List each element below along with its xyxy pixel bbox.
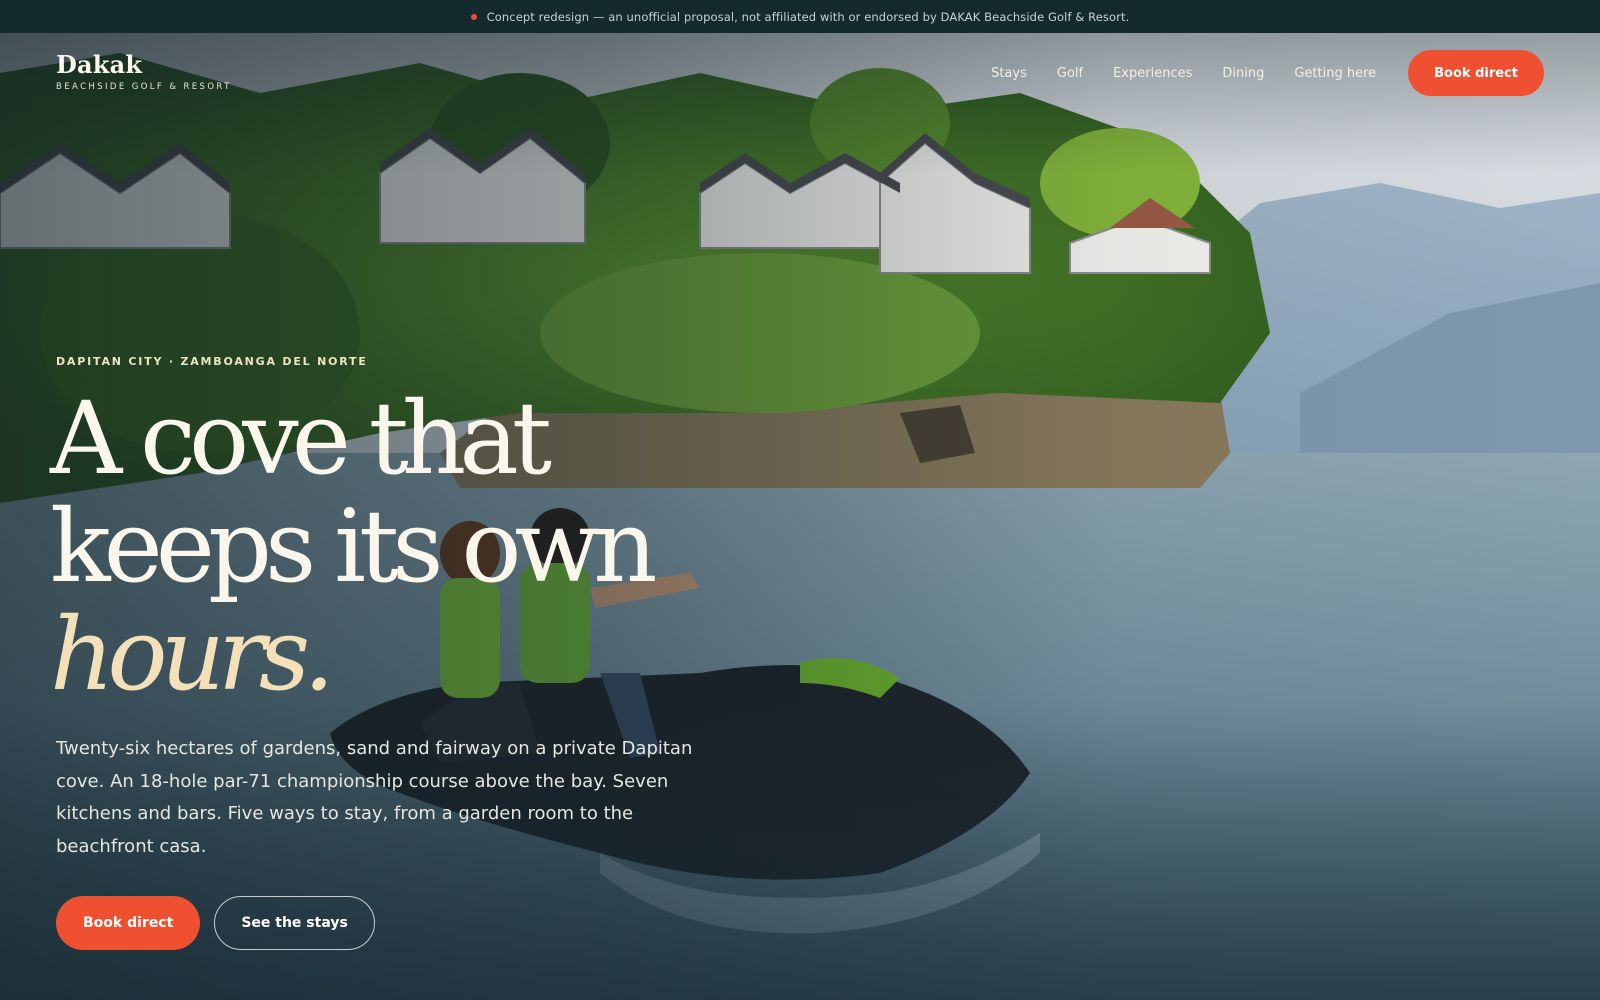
disclaimer-text: Concept redesign — an unofficial proposa… <box>486 9 1130 24</box>
status-dot-icon <box>470 13 477 20</box>
book-direct-button[interactable]: Book direct <box>56 896 201 950</box>
headline-line-3: hours. <box>50 596 335 713</box>
headline-line-2: keeps its own <box>50 488 658 605</box>
brand-name: Dakak <box>56 50 143 79</box>
nav-item-getting-here[interactable]: Getting here <box>1294 66 1376 81</box>
nav-item-stays[interactable]: Stays <box>991 66 1027 81</box>
brand-logo[interactable]: Dakak BEACHSIDE GOLF & RESORT <box>56 50 232 92</box>
headline-line-1: A cove that <box>50 380 552 497</box>
concept-disclaimer-banner: Concept redesign — an unofficial proposa… <box>0 0 1600 33</box>
nav-item-experiences[interactable]: Experiences <box>1113 66 1192 81</box>
hero-eyebrow: DAPITAN CITY · ZAMBOANGA DEL NORTE <box>56 355 368 368</box>
nav-item-dining[interactable]: Dining <box>1222 66 1264 81</box>
main-nav: Stays Golf Experiences Dining Getting he… <box>961 50 1544 96</box>
hero-headline: A cove that keeps its own hours. <box>50 380 658 713</box>
hero-description: Twenty-six hectares of gardens, sand and… <box>56 738 693 857</box>
brand-tagline: BEACHSIDE GOLF & RESORT <box>56 82 232 92</box>
nav-item-golf[interactable]: Golf <box>1057 66 1083 81</box>
see-the-stays-button[interactable]: See the stays <box>214 896 375 950</box>
hero-cta-group: Book direct See the stays <box>56 896 375 950</box>
nav-book-direct-button[interactable]: Book direct <box>1408 50 1544 96</box>
